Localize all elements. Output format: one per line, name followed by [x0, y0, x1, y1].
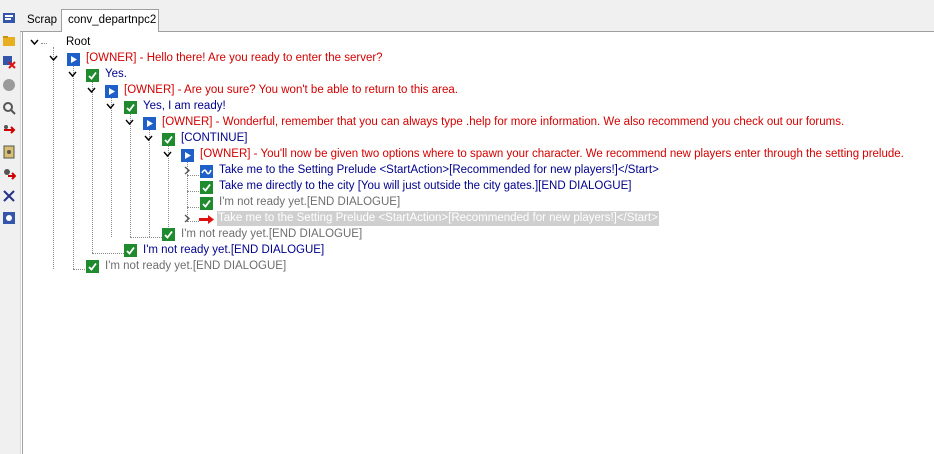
tree-node[interactable]: [CONTINUE]: [180, 131, 248, 146]
player-node-icon: [124, 101, 137, 114]
tree-node[interactable]: I'm not ready yet.[END DIALOGUE]: [142, 243, 325, 258]
tree-node[interactable]: Take me to the Setting Prelude <StartAct…: [218, 163, 660, 178]
collapse-chevron-icon[interactable]: [87, 86, 96, 95]
tree-node[interactable]: Take me directly to the city [You will j…: [218, 179, 632, 194]
owner-node-icon: [105, 85, 118, 98]
disabled-icon[interactable]: [1, 77, 17, 93]
script-icon[interactable]: [1, 144, 17, 160]
player-action-node-icon: [200, 165, 213, 178]
collapse-chevron-icon[interactable]: [163, 150, 172, 159]
conversation-icon[interactable]: [1, 10, 17, 26]
tree-node[interactable]: [OWNER] - Wonderful, remember that you c…: [161, 115, 845, 130]
player-node-icon: [124, 244, 137, 257]
tree-node[interactable]: I'm not ready yet.[END DIALOGUE]: [180, 227, 363, 242]
settings-icon[interactable]: [1, 210, 17, 226]
collapse-chevron-icon[interactable]: [30, 38, 39, 47]
cut-icon[interactable]: [1, 188, 17, 204]
folder-icon[interactable]: [1, 33, 17, 49]
player-node-icon: [86, 69, 99, 82]
tree-root[interactable]: Root: [65, 35, 91, 50]
delete-icon[interactable]: [1, 54, 17, 70]
tab-bar: Scrap conv_departnpc2: [20, 0, 934, 32]
expand-chevron-icon[interactable]: [182, 214, 191, 223]
tree-node[interactable]: Yes, I am ready!: [142, 99, 227, 114]
expand-chevron-icon[interactable]: [182, 166, 191, 175]
collapse-chevron-icon[interactable]: [125, 118, 134, 127]
link-arrow-icon: [199, 213, 215, 226]
player-node-icon: [162, 228, 175, 241]
owner-node-icon: [67, 53, 80, 66]
tree-node[interactable]: [OWNER] - Hello there! Are you ready to …: [85, 51, 384, 66]
tree-node[interactable]: [OWNER] - You'll now be given two option…: [199, 147, 905, 162]
tree-node-selected[interactable]: Take me to the Setting Prelude <StartAct…: [217, 211, 659, 226]
collapse-chevron-icon[interactable]: [106, 102, 115, 111]
collapse-chevron-icon[interactable]: [68, 70, 77, 79]
move-icon[interactable]: [1, 122, 17, 138]
search-icon[interactable]: [1, 100, 17, 116]
left-toolbar: [0, 0, 21, 454]
tree-node[interactable]: I'm not ready yet.[END DIALOGUE]: [104, 259, 287, 274]
player-node-icon: [200, 181, 213, 194]
player-node-icon: [162, 133, 175, 146]
tree-node[interactable]: [OWNER] - Are you sure? You won't be abl…: [123, 83, 459, 98]
tab-conv-departnpc2[interactable]: conv_departnpc2: [61, 9, 159, 32]
player-node-icon: [86, 260, 99, 273]
tab-scrap[interactable]: Scrap: [21, 12, 61, 30]
collapse-chevron-icon[interactable]: [49, 54, 58, 63]
collapse-chevron-icon[interactable]: [144, 134, 153, 143]
owner-node-icon: [181, 149, 194, 162]
conversation-tree[interactable]: Root [OWNER] - Hello there! Are you read…: [22, 32, 934, 454]
link-icon[interactable]: [1, 166, 17, 182]
player-node-icon: [200, 197, 213, 210]
tree-node[interactable]: Yes.: [104, 67, 128, 82]
owner-node-icon: [143, 117, 156, 130]
tree-node[interactable]: I'm not ready yet.[END DIALOGUE]: [218, 195, 401, 210]
